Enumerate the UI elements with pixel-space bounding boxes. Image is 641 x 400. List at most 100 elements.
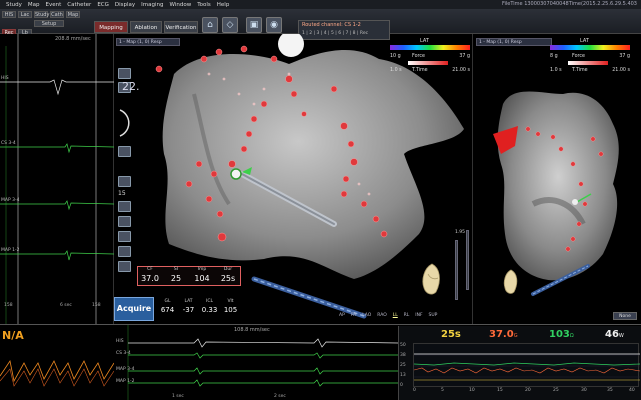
view-inf-button[interactable]: INF: [415, 313, 422, 318]
stats-trend-lines: [413, 353, 641, 381]
acq-value-icl: 0.33: [201, 306, 218, 314]
lac-button[interactable]: Lac: [18, 11, 32, 18]
zoom-readout: 22.: [122, 80, 140, 93]
menu-display[interactable]: Display: [115, 2, 135, 8]
ecg-strip-panel: 208.8 mm/sec HIS CS 3-4 MAP 3-4 MAP 1-2 …: [0, 34, 114, 324]
ablation-stats-panel: 25s 37.0G 103Ω 46W 50 38 25 13 0 0 5 10 …: [398, 326, 641, 400]
secondary-chamber-shape: [497, 91, 619, 281]
trend-impedance: [413, 362, 641, 366]
power-value: 46W: [605, 329, 624, 340]
acquire-button[interactable]: Acquire: [114, 297, 154, 321]
bottom-channel-label: MAP 3-4: [116, 367, 135, 372]
view-pa-button[interactable]: PA: [351, 313, 357, 318]
ecg-trace-cs: [0, 143, 114, 154]
ruler-slider-2[interactable]: [466, 230, 469, 290]
view-lao-button[interactable]: LAO: [362, 313, 371, 318]
bottom-trace-cs: [128, 352, 398, 359]
stats-x-label: 25: [553, 388, 559, 393]
stats-x-label: 40: [629, 388, 635, 393]
ruler-slider[interactable]: [455, 240, 458, 300]
acq-header-si: SI: [173, 267, 179, 272]
view-ap-button[interactable]: AP: [339, 313, 345, 318]
setup-button[interactable]: Setup: [34, 20, 64, 27]
sphere-marker: [278, 34, 304, 57]
bottom-ecg-panel: 108.8 mm/sec HIS CS 3-4 MAP 3-4 MAP 1-2 …: [114, 325, 398, 400]
menu-event[interactable]: Event: [46, 2, 62, 8]
refresh-icon[interactable]: [118, 146, 131, 157]
acq-value-imp: 104: [194, 274, 210, 283]
lat-title: LAT: [420, 38, 429, 44]
view-sup-button[interactable]: SUP: [428, 313, 437, 318]
ecg-scale-right: 158: [92, 303, 101, 308]
pan-tool-icon[interactable]: [118, 68, 131, 79]
camera-icon[interactable]: ◉: [266, 17, 282, 33]
his-button[interactable]: HIS: [2, 11, 16, 18]
lat-legend-secondary: LAT 8 g Force 37 g 1.0 s T.Time 21.00 s: [550, 38, 630, 78]
force-label: Force: [412, 54, 425, 59]
force-max-value: 37 g: [459, 54, 470, 59]
acq-header-lat: LAT: [184, 299, 193, 304]
view-rao-button[interactable]: RAO: [377, 313, 387, 318]
view-rl-button[interactable]: RL: [404, 313, 410, 318]
acq-value-lat: -37: [182, 306, 195, 314]
secondary-heart-orientation-icon[interactable]: [502, 268, 520, 296]
bottom-tick-2: 2 sec: [274, 394, 286, 399]
routed-channel-label: Routed channel: CS 1-2: [302, 22, 361, 28]
acq-header-cf: CF: [147, 267, 153, 272]
heart-orientation-icon[interactable]: [420, 262, 444, 298]
acq-header-dur: Dur: [223, 267, 233, 272]
tag-tool-icon[interactable]: [118, 176, 131, 187]
menu-imaging[interactable]: Imaging: [141, 2, 163, 8]
toolbar: HIS Lac Study Cath Map Setup Rec Lb Mapp…: [0, 9, 641, 40]
ecg-scale-mid: 6 sec: [60, 303, 72, 308]
menu-catheter[interactable]: Catheter: [67, 2, 91, 8]
acq-header-imp: Imp: [197, 267, 207, 272]
stats-y-label: 0: [400, 383, 403, 388]
time-max-value-secondary: 21.00 s: [612, 68, 630, 73]
visibility-tool-icon[interactable]: [118, 201, 131, 212]
ruler-top-value: 1.95: [455, 230, 466, 235]
file-time-readout: FileTime 13000307040048Time(2015.2.25.6.…: [502, 1, 637, 7]
tab-mapping[interactable]: Mapping: [94, 21, 128, 33]
bottom-ecg-speed: 108.8 mm/sec: [234, 327, 270, 333]
measure-tool-icon[interactable]: [118, 246, 131, 257]
acq-value-gl: 674: [160, 306, 175, 314]
acq-value-vlt: 105: [223, 306, 238, 314]
acq-header-gl: GL: [164, 299, 171, 304]
ecg-channel-label: HIS: [1, 76, 9, 81]
menu-window[interactable]: Window: [170, 2, 192, 8]
record-icon[interactable]: ▣: [246, 17, 262, 33]
view-ll-button[interactable]: LL: [393, 313, 398, 318]
secondary-map-selector[interactable]: 1 - Map (1, 0) Resp: [476, 38, 552, 46]
cf-value: 37.0G: [489, 329, 518, 340]
none-dropdown[interactable]: None: [613, 312, 637, 320]
bottom-tick-1: 1 sec: [172, 394, 184, 399]
menu-study[interactable]: Study: [6, 2, 22, 8]
tab-ablation[interactable]: Ablation: [130, 21, 162, 33]
menu-ecg[interactable]: ECG: [97, 2, 109, 8]
menu-help[interactable]: Help: [217, 2, 230, 8]
time-max-value: 21.00 s: [452, 68, 470, 73]
bottom-trace-map34: [128, 367, 398, 375]
study-button[interactable]: Study: [34, 11, 49, 18]
map-selector-dropdown[interactable]: 1 - Map (1, 0) Resp: [116, 38, 180, 46]
shape-icon[interactable]: ◇: [222, 17, 238, 33]
cath-button[interactable]: Cath: [50, 11, 64, 18]
tab-verification[interactable]: Verification: [164, 21, 198, 33]
lesion-tool-icon[interactable]: [118, 216, 131, 227]
tool-strip: 15: [114, 68, 144, 293]
stats-trend-plot: [413, 343, 641, 387]
trend-cf: [413, 367, 641, 374]
stats-x-label: 10: [469, 388, 475, 393]
layer-tool-icon[interactable]: [118, 231, 131, 242]
stats-y-label: 50: [400, 343, 406, 348]
home-icon[interactable]: ⌂: [202, 17, 218, 33]
menu-tools[interactable]: Tools: [197, 2, 211, 8]
map-button[interactable]: Map: [66, 11, 80, 18]
ecg-speed: 208.8 mm/sec: [55, 36, 91, 42]
time-label: T.Time: [412, 68, 428, 73]
ecg-scale-left: 158: [4, 303, 13, 308]
menu-map[interactable]: Map: [28, 2, 40, 8]
rotate-arc-icon[interactable]: [116, 108, 138, 138]
settings-tool-icon[interactable]: [118, 261, 131, 272]
